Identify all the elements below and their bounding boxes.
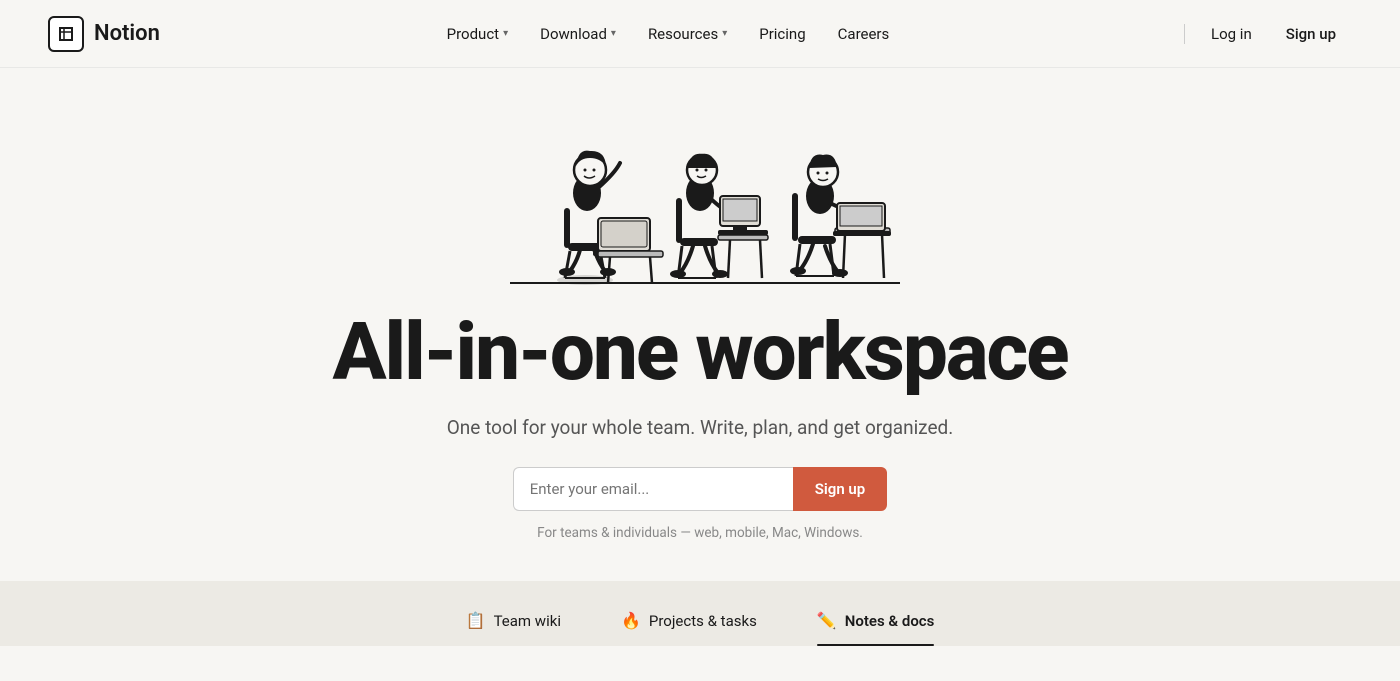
signup-cta-button[interactable]: Sign up xyxy=(793,467,888,511)
chevron-down-icon: ▾ xyxy=(503,28,508,39)
hero-note: For teams & individuals — web, mobile, M… xyxy=(537,525,863,541)
signup-nav-button[interactable]: Sign up xyxy=(1270,17,1352,51)
login-button[interactable]: Log in xyxy=(1197,17,1266,51)
tab-emoji: 🔥 xyxy=(621,611,641,630)
tab-label: Team wiki xyxy=(494,612,561,630)
navbar: Notion Product ▾ Download ▾ Resources ▾ … xyxy=(0,0,1400,68)
tabs-bar: 📋 Team wiki 🔥 Projects & tasks ✏️ Notes … xyxy=(466,611,935,646)
logo-icon xyxy=(48,16,84,52)
nav-auth: Log in Sign up xyxy=(1176,17,1352,51)
nav-pricing[interactable]: Pricing xyxy=(745,17,819,51)
logo-link[interactable]: Notion xyxy=(48,16,160,52)
email-input[interactable] xyxy=(513,467,793,511)
logo-text: Notion xyxy=(94,21,160,46)
tab-emoji: 📋 xyxy=(466,611,486,630)
tab-item-1[interactable]: 🔥 Projects & tasks xyxy=(621,611,757,646)
tab-item-0[interactable]: 📋 Team wiki xyxy=(466,611,561,646)
nav-product[interactable]: Product ▾ xyxy=(433,17,522,51)
bottom-section: 📋 Team wiki 🔥 Projects & tasks ✏️ Notes … xyxy=(0,581,1400,646)
hero-cta-form: Sign up xyxy=(513,467,888,511)
nav-divider xyxy=(1184,24,1185,44)
nav-resources[interactable]: Resources ▾ xyxy=(634,17,741,51)
nav-links: Product ▾ Download ▾ Resources ▾ Pricing… xyxy=(433,17,904,51)
tab-item-2[interactable]: ✏️ Notes & docs xyxy=(817,611,935,646)
nav-careers[interactable]: Careers xyxy=(824,17,904,51)
tab-label: Projects & tasks xyxy=(649,612,757,630)
chevron-down-icon: ▾ xyxy=(722,28,727,39)
tab-emoji: ✏️ xyxy=(817,611,837,630)
hero-title: All-in-one workspace xyxy=(332,308,1067,396)
tab-label: Notes & docs xyxy=(845,612,935,630)
hero-section: All-in-one workspace One tool for your w… xyxy=(0,68,1400,581)
chevron-down-icon: ▾ xyxy=(611,28,616,39)
hero-illustration xyxy=(450,88,950,298)
nav-download[interactable]: Download ▾ xyxy=(526,17,630,51)
hero-subtitle: One tool for your whole team. Write, pla… xyxy=(447,416,954,439)
